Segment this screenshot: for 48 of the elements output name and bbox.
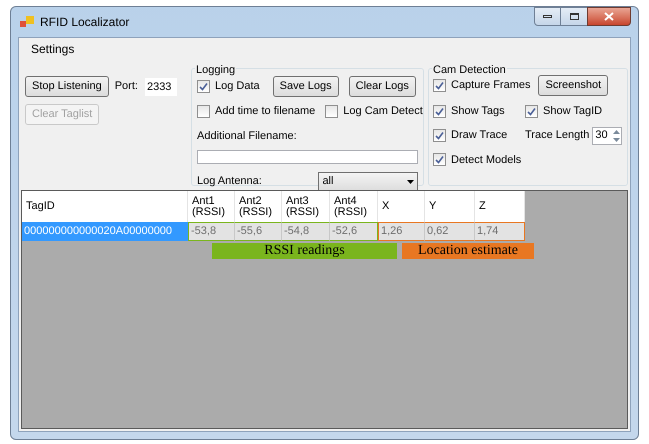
- spin-arrows-icon: [612, 128, 622, 142]
- annotation-label: Location estimate: [402, 243, 534, 259]
- checkbox-label: Show Tags: [451, 104, 505, 119]
- checkbox-label: Draw Trace: [451, 128, 508, 144]
- antenna-label: Log Antenna:: [197, 174, 263, 190]
- port-field[interactable]: 2333: [144, 76, 178, 96]
- clear-logs-button[interactable]: Clear Logs: [348, 76, 416, 97]
- close-icon: [604, 12, 614, 21]
- checkbox[interactable]: [325, 104, 338, 118]
- menu-item[interactable]: Settings: [25, 40, 80, 58]
- checkbox-label: Capture Frames: [451, 78, 530, 94]
- table-cell: 1,26: [378, 222, 425, 241]
- app-icon: [20, 16, 34, 28]
- close-button[interactable]: [587, 7, 631, 26]
- caret-icon: [407, 180, 414, 184]
- trace-length-label: Trace Length: [525, 128, 590, 144]
- checkbox[interactable]: [433, 79, 446, 92]
- filename-label: Additional Filename:: [197, 128, 298, 144]
- table-cell: 1,74: [475, 222, 525, 241]
- checkbox[interactable]: [197, 104, 210, 118]
- checkbox-label: Detect Models: [451, 152, 522, 168]
- group-title: Logging: [195, 62, 236, 78]
- table-cell: 000000000000020A00000000: [22, 222, 188, 241]
- stop-listening-button[interactable]: Stop Listening: [25, 76, 109, 97]
- checkbox[interactable]: [433, 153, 446, 166]
- checkbox[interactable]: [197, 80, 210, 93]
- checkbox[interactable]: [433, 129, 446, 142]
- minimize-button[interactable]: [534, 7, 561, 26]
- table-cell: -53,8: [188, 222, 235, 241]
- checkbox-label: Log Cam Detect: [343, 104, 423, 119]
- checkbox-label: Add time to filename: [215, 104, 316, 119]
- screenshot-button[interactable]: Screenshot: [538, 75, 608, 96]
- filename-field[interactable]: [197, 150, 418, 164]
- maximize-button[interactable]: [561, 7, 587, 26]
- checkbox-label: Show TagID: [543, 104, 602, 119]
- checkbox-label: Log Data: [215, 79, 260, 94]
- table-cell: -55,6: [235, 222, 282, 241]
- checkbox[interactable]: [525, 104, 538, 118]
- table-cell: -54,8: [282, 222, 330, 241]
- antenna-dropdown[interactable]: all: [318, 172, 418, 191]
- annotation-label: RSSI readings: [212, 243, 397, 259]
- checkbox[interactable]: [433, 104, 446, 118]
- port-label: Port:: [114, 79, 138, 94]
- table-cell: -52,6: [330, 222, 378, 241]
- table-cell: 0,62: [425, 222, 475, 241]
- window-title: RFID Localizator: [40, 14, 130, 31]
- trace-length-spinner[interactable]: 30: [592, 126, 622, 144]
- save-logs-button[interactable]: Save Logs: [272, 76, 339, 97]
